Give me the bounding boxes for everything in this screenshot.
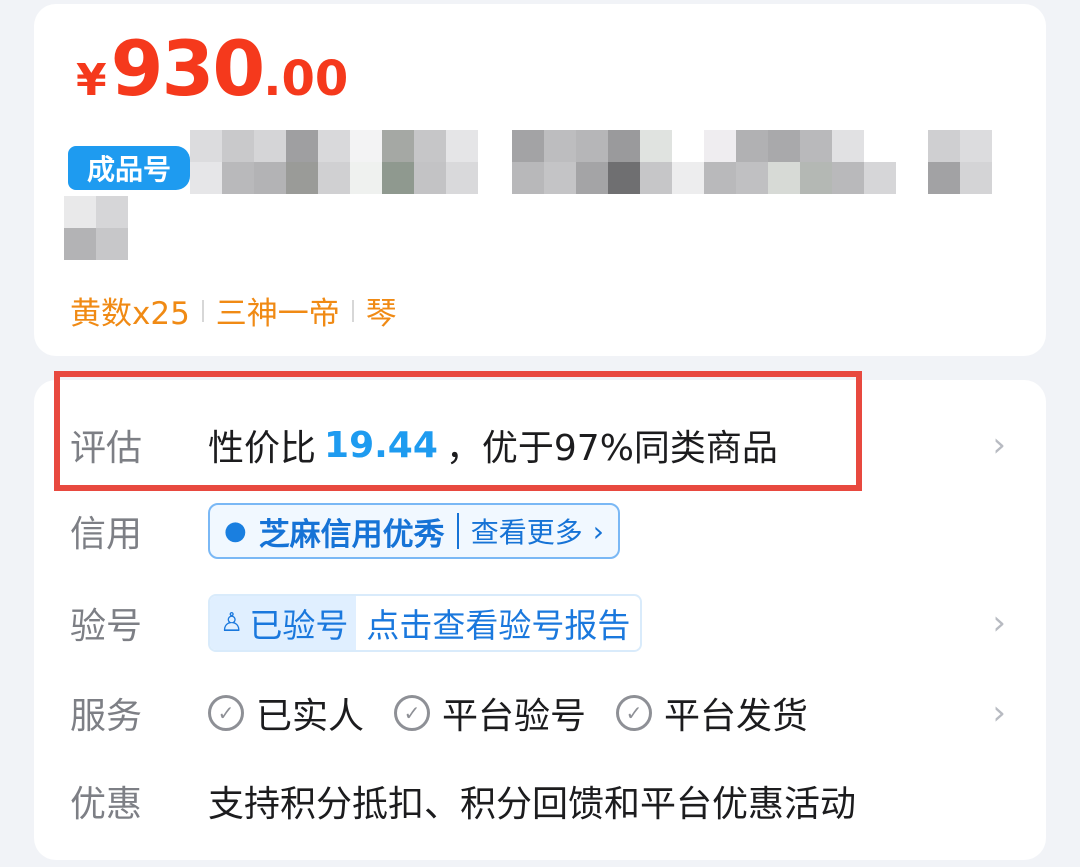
tag-item: 琴 (365, 296, 397, 332)
check-circle-icon: ✓ (208, 695, 244, 731)
product-summary-card: ¥ 930 .00 成品号 黄数x25 三神一帝 琴 (34, 4, 1046, 356)
title-mosaic-2 (512, 130, 896, 194)
tag-list: 黄数x25 三神一帝 琴 (70, 288, 397, 333)
service-item-text: 平台发货 (664, 696, 809, 737)
service-label: 服务 (70, 696, 143, 737)
chevron-right-icon[interactable]: › (992, 693, 1006, 733)
tag-separator (351, 299, 354, 322)
tag-item: 三神一帝 (215, 296, 340, 332)
chevron-right-icon[interactable]: › (992, 603, 1006, 643)
verify-report-link[interactable]: 点击查看验号报告 (356, 596, 641, 650)
verify-status: ♙ 已验号 (210, 596, 357, 650)
price: ¥ 930 .00 (76, 24, 348, 113)
credit-chip[interactable]: ● 芝麻信用优秀 查看更多 › (208, 503, 620, 559)
credit-level: 芝麻信用优秀 (258, 516, 445, 553)
check-circle-icon: ✓ (394, 695, 431, 731)
finished-account-badge: 成品号 (68, 146, 190, 190)
check-circle-icon: ✓ (616, 695, 653, 731)
verify-status-text: 已验号 (249, 606, 349, 645)
service-item-text: 平台验号 (442, 696, 587, 737)
credit-more-link[interactable]: 查看更多 (471, 511, 583, 551)
tag-item: 黄数x25 (70, 296, 190, 332)
title-mosaic-4 (64, 196, 128, 260)
service-row[interactable]: 服务 ✓ 已实人 ✓ 平台验号 ✓ 平台发货 › (34, 678, 1046, 748)
highlight-box (54, 371, 862, 491)
verify-label: 验号 (70, 606, 143, 647)
verified-person-icon: ♙ (220, 608, 244, 638)
price-currency: ¥ (76, 55, 107, 106)
title-mosaic-1 (190, 130, 478, 194)
discount-row: 优惠 支持积分抵扣、积分回馈和平台优惠活动 (34, 766, 1046, 836)
verify-row[interactable]: 验号 ♙ 已验号 点击查看验号报告 › (34, 588, 1046, 658)
service-item: ✓ 平台验号 (394, 687, 586, 739)
credit-label: 信用 (70, 514, 143, 555)
tag-separator (201, 299, 204, 322)
discount-content: 支持积分抵扣、积分回馈和平台优惠活动 (208, 775, 856, 827)
discount-label: 优惠 (70, 784, 143, 825)
credit-divider (456, 513, 459, 549)
price-decimal: .00 (263, 51, 349, 107)
sesame-drop-icon: ● (224, 516, 247, 546)
service-content: ✓ 已实人 ✓ 平台验号 ✓ 平台发货 (208, 687, 838, 739)
title-mosaic-3 (928, 130, 992, 194)
chevron-right-icon[interactable]: › (992, 425, 1006, 465)
service-item-text: 已实人 (256, 696, 365, 737)
credit-row: 信用 ● 芝麻信用优秀 查看更多 › (34, 496, 1046, 566)
discount-text: 支持积分抵扣、积分回馈和平台优惠活动 (208, 784, 857, 825)
verify-content: ♙ 已验号 点击查看验号报告 (208, 594, 643, 652)
price-integer: 930 (110, 24, 266, 113)
credit-content: ● 芝麻信用优秀 查看更多 › (208, 503, 620, 559)
chevron-right-icon: › (592, 514, 604, 548)
verify-chip[interactable]: ♙ 已验号 点击查看验号报告 (208, 594, 643, 652)
service-item: ✓ 已实人 (208, 687, 364, 739)
service-item: ✓ 平台发货 (616, 687, 808, 739)
